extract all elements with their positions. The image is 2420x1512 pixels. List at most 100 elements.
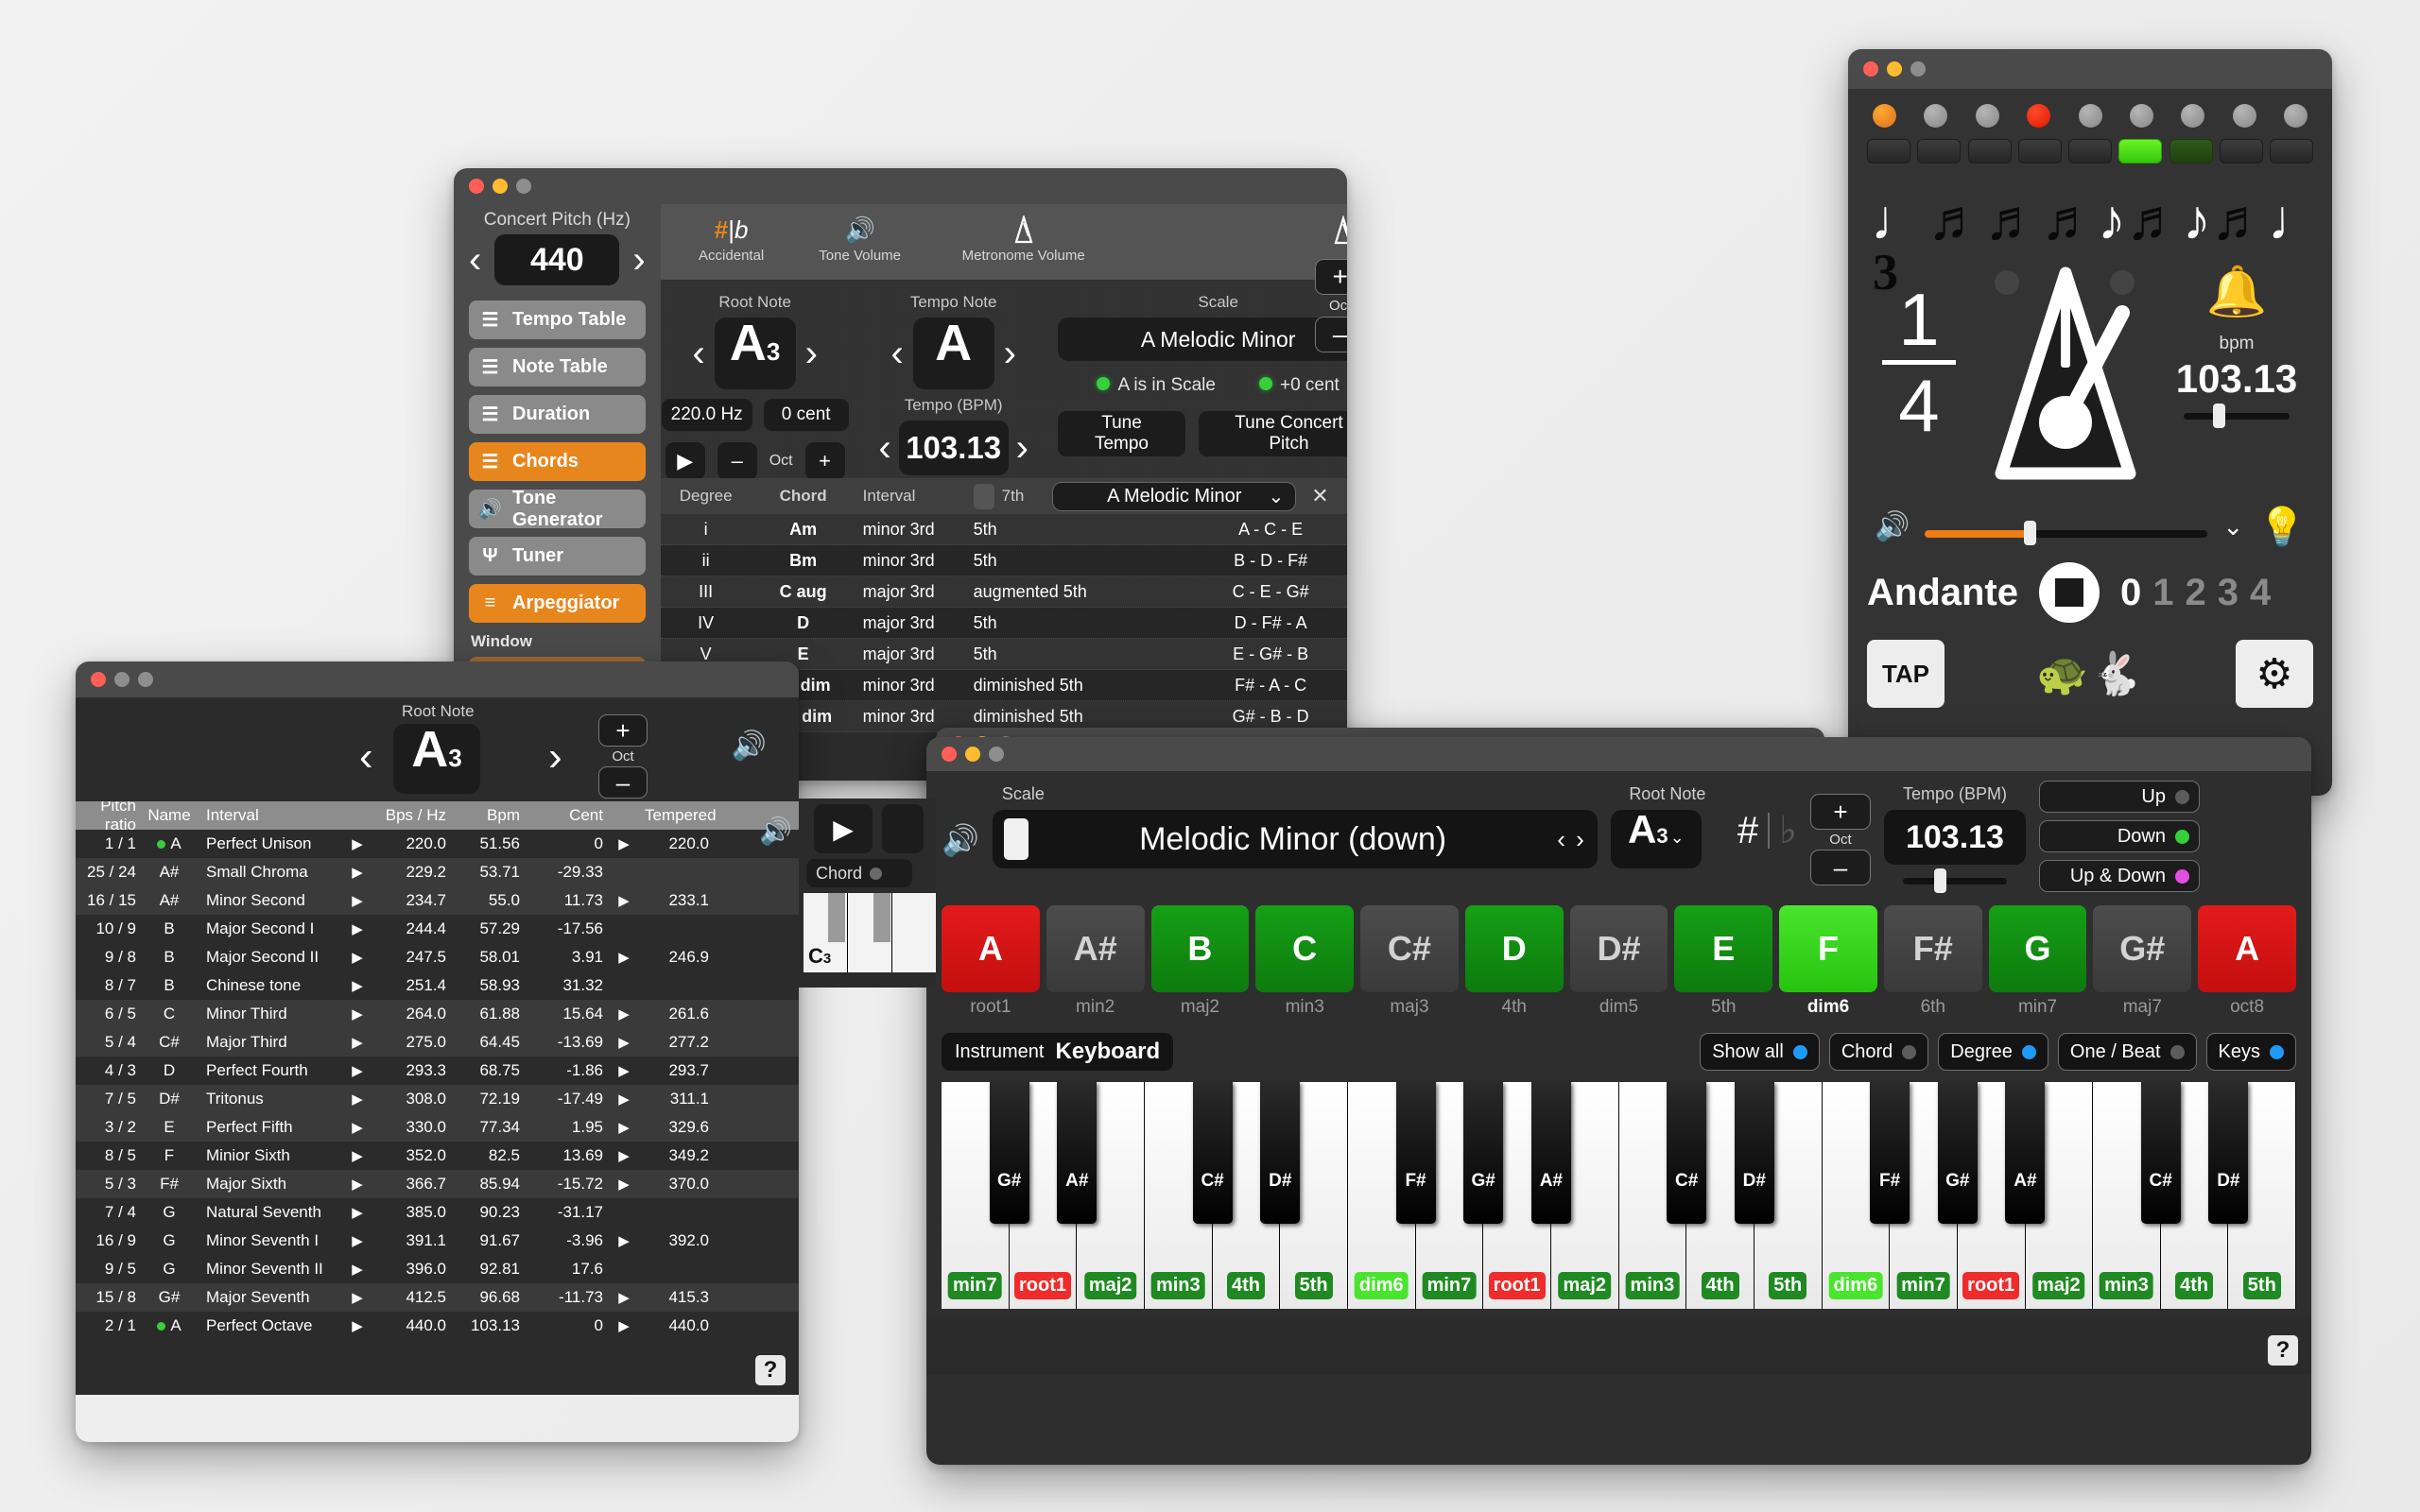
root-note-next-icon[interactable]: ›: [805, 335, 818, 372]
note-button[interactable]: A: [2198, 905, 2296, 992]
tune-tempo-button[interactable]: Tune Tempo: [1057, 411, 1186, 456]
note-value-glyph[interactable]: ♬: [2041, 192, 2098, 249]
note-button[interactable]: G: [1988, 905, 2087, 992]
tune-concert-pitch-button[interactable]: Tune Concert Pitch: [1199, 411, 1347, 456]
beat-key[interactable]: [2118, 139, 2163, 163]
play-icon[interactable]: ▶: [338, 1091, 376, 1108]
play-icon[interactable]: ▶: [603, 835, 645, 852]
tempo-slider[interactable]: [1902, 868, 2007, 893]
metronome-window-icon[interactable]: [1332, 215, 1347, 250]
list-item[interactable]: 16 / 9 G Minor Seventh I ▶ 391.1 91.67 -…: [76, 1227, 799, 1255]
maximize-button[interactable]: [1910, 61, 1926, 77]
toggle-keys[interactable]: Keys: [2205, 1033, 2296, 1071]
sidebar-item-tempo-table[interactable]: ☰ Tempo Table: [469, 301, 646, 339]
black-key[interactable]: G#: [1463, 1082, 1504, 1224]
note-value-glyph[interactable]: ♩: [1871, 192, 1927, 249]
scale-nav-arrows[interactable]: ‹ ›: [1557, 825, 1586, 854]
root-note-value[interactable]: A 3 ⌄: [1610, 810, 1702, 868]
play-icon[interactable]: ▶: [603, 1119, 645, 1136]
play-icon[interactable]: ▶: [338, 1176, 376, 1193]
sidebar-item-chords[interactable]: ☰ Chords: [469, 442, 646, 481]
chord-oct-plus-button[interactable]: +: [1314, 259, 1347, 295]
list-item[interactable]: 10 / 9 B Major Second I ▶ 244.4 57.29 -1…: [76, 915, 799, 943]
note-button[interactable]: D: [1464, 905, 1564, 992]
list-item[interactable]: 7 / 4 G Natural Seventh ▶ 385.0 90.23 -3…: [76, 1198, 799, 1227]
list-item[interactable]: 5 / 4 C# Major Third ▶ 275.0 64.45 -13.6…: [76, 1028, 799, 1057]
note-button[interactable]: F#: [1883, 905, 1982, 992]
octave-minus-button[interactable]: –: [717, 442, 757, 480]
toggle-chord[interactable]: Chord: [1828, 1033, 1929, 1071]
play-icon[interactable]: ▶: [338, 1119, 376, 1136]
play-icon[interactable]: ▶: [603, 1289, 645, 1306]
play-icon[interactable]: ▶: [338, 1261, 376, 1278]
list-item[interactable]: 2 / 1 A Perfect Octave ▶ 440.0 103.13 0 …: [76, 1312, 799, 1340]
list-item[interactable]: 6 / 5 C Minor Third ▶ 264.0 61.88 15.64 …: [76, 1000, 799, 1028]
black-key[interactable]: G#: [1937, 1082, 1978, 1224]
direction-button-up-down[interactable]: Up & Down: [2038, 860, 2200, 892]
speaker-icon[interactable]: 🔊: [759, 816, 792, 847]
turtle-rabbit-icon[interactable]: 🐢🐇: [2036, 649, 2144, 698]
scale-select[interactable]: A Melodic Minor ⌄: [1057, 318, 1347, 361]
play-icon[interactable]: ▶: [603, 892, 645, 909]
close-button[interactable]: [469, 179, 484, 194]
tempo-note-next-icon[interactable]: ›: [1004, 335, 1016, 372]
black-key[interactable]: A#: [1530, 1082, 1571, 1224]
beat-key[interactable]: [2169, 139, 2213, 163]
black-key[interactable]: G#: [989, 1082, 1029, 1224]
note-button[interactable]: E: [1674, 905, 1773, 992]
play-icon[interactable]: ▶: [338, 1204, 376, 1221]
note-value-glyph[interactable]: ♬: [1984, 192, 2041, 249]
root-note-next-icon[interactable]: ›: [548, 733, 562, 781]
maximize-button[interactable]: [516, 179, 531, 194]
black-key[interactable]: D#: [1260, 1082, 1301, 1224]
play-icon[interactable]: ▶: [338, 1317, 376, 1334]
oct-plus-button[interactable]: +: [1809, 794, 1871, 830]
table-row[interactable]: ii Bm minor 3rd 5th B - D - F#: [660, 545, 1347, 576]
toolbar-item-accidental[interactable]: # | b Accidental: [682, 212, 782, 265]
toolbar-item-tone-volume[interactable]: 🔊 Tone Volume: [810, 212, 910, 265]
play-icon[interactable]: ▶: [338, 920, 376, 937]
black-key[interactable]: A#: [1057, 1082, 1098, 1224]
note-value-row[interactable]: ♩ ♬ ♬ ♬ ♪ ♬ ♪ ♬ ♩: [1867, 175, 2325, 249]
help-button[interactable]: ?: [755, 1355, 786, 1385]
play-icon[interactable]: ▶: [338, 1147, 376, 1164]
volume-slider[interactable]: [1925, 520, 2208, 545]
black-key[interactable]: C#: [1667, 1082, 1707, 1224]
sharp-icon[interactable]: #: [1737, 810, 1758, 852]
table-row[interactable]: III C aug major 3rd augmented 5th C - E …: [660, 576, 1347, 608]
speaker-icon[interactable]: 🔊: [732, 730, 767, 763]
scale-selector[interactable]: Melodic Minor (down) ‹ ›: [992, 810, 1598, 868]
note-table-titlebar[interactable]: [76, 662, 799, 697]
note-button[interactable]: C: [1255, 905, 1355, 992]
close-button[interactable]: [91, 672, 106, 687]
maximize-button[interactable]: [138, 672, 153, 687]
sidebar-item-arpeggiator[interactable]: ≡ Arpeggiator: [469, 584, 646, 623]
chord-toggle[interactable]: Chord: [806, 859, 912, 887]
settings-button[interactable]: ⚙: [2235, 640, 2313, 708]
concert-pitch-next-icon[interactable]: ›: [632, 241, 645, 279]
beat-key[interactable]: [1967, 139, 2012, 163]
play-icon[interactable]: ▶: [603, 1091, 645, 1108]
toggle-show-all[interactable]: Show all: [1700, 1033, 1820, 1071]
octave-plus-button[interactable]: +: [804, 442, 845, 480]
beat-key[interactable]: [2017, 139, 2062, 163]
play-icon[interactable]: ▶: [603, 1176, 645, 1193]
toggle-degree[interactable]: Degree: [1938, 1033, 2048, 1071]
toggle-one-beat[interactable]: One / Beat: [2057, 1033, 2197, 1071]
play-icon[interactable]: ▶: [338, 1034, 376, 1051]
play-icon[interactable]: ▶: [603, 949, 645, 966]
play-icon[interactable]: ▶: [338, 1005, 376, 1022]
tap-button[interactable]: TAP: [1867, 640, 1945, 708]
seventh-checkbox[interactable]: [973, 483, 994, 509]
play-icon[interactable]: ▶: [338, 977, 376, 994]
play-icon[interactable]: ▶: [603, 1062, 645, 1079]
list-item[interactable]: 3 / 2 E Perfect Fifth ▶ 330.0 77.34 1.95…: [76, 1113, 799, 1142]
tempo-bpm-value[interactable]: 103.13: [898, 421, 1009, 475]
stop-button[interactable]: [2039, 562, 2100, 623]
list-item[interactable]: 4 / 3 D Perfect Fourth ▶ 293.3 68.75 -1.…: [76, 1057, 799, 1085]
play-button[interactable]: ▶: [814, 804, 873, 853]
play-icon[interactable]: ▶: [338, 892, 376, 909]
close-button[interactable]: [1863, 61, 1878, 77]
note-button[interactable]: D#: [1569, 905, 1668, 992]
note-value-glyph[interactable]: ♬: [2126, 192, 2183, 249]
